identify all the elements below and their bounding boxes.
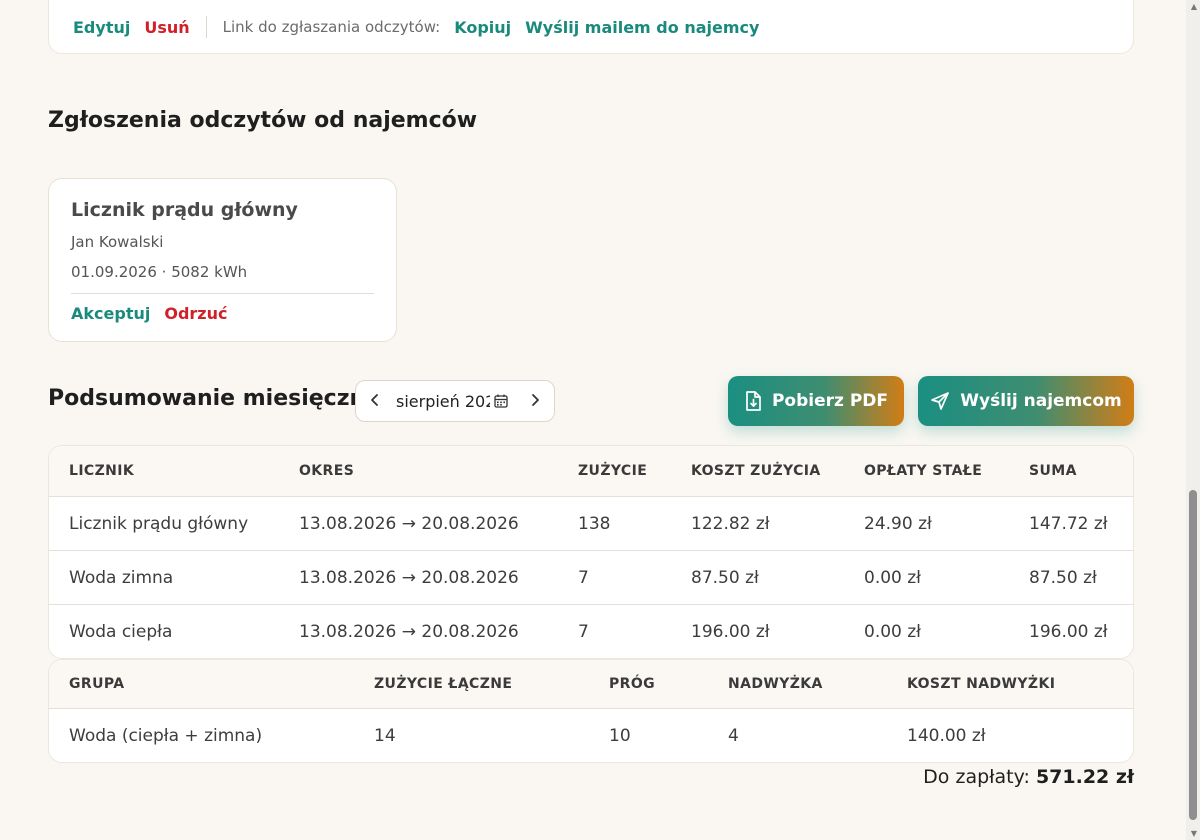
email-tenant-link[interactable]: Wyślij mailem do najemcy: [525, 18, 759, 37]
table-header-row: GRUPA ZUŻYCIE ŁĄCZNE PRÓG NADWYŻKA KOSZT…: [49, 660, 1133, 709]
download-pdf-button[interactable]: Pobierz PDF: [728, 376, 904, 426]
delete-link[interactable]: Usuń: [144, 18, 189, 37]
download-pdf-label: Pobierz PDF: [771, 391, 889, 411]
reading-value: 01.09.2026 · 5082 kWh: [71, 263, 248, 281]
file-download-icon: [746, 391, 761, 411]
table-row: Woda zimna 13.08.2026 → 20.08.2026 7 87.…: [49, 551, 1133, 605]
accept-reading-button[interactable]: Akceptuj: [71, 304, 150, 323]
send-to-tenants-label: Wyślij najemcom: [960, 391, 1122, 411]
calendar-icon[interactable]: [494, 394, 508, 408]
scrollbar-thumb[interactable]: [1189, 490, 1197, 820]
table-cell: 87.50 zł: [691, 567, 759, 588]
column-header: ZUŻYCIE ŁĄCZNE: [374, 676, 513, 692]
reading-card: Licznik prądu główny Jan Kowalski 01.09.…: [48, 178, 397, 342]
meter-actions-card: Edytuj Usuń Link do zgłaszania odczytów:…: [48, 0, 1134, 54]
table-cell: 196.00 zł: [691, 622, 770, 642]
column-header: SUMA: [1029, 463, 1077, 479]
month-picker[interactable]: sierpień 2026: [355, 380, 555, 422]
table-row: Woda ciepła 13.08.2026 → 20.08.2026 7 19…: [49, 605, 1133, 658]
scroll-down-icon[interactable]: ▼: [1191, 829, 1197, 838]
column-header: OPŁATY STAŁE: [864, 463, 983, 479]
table-cell: Woda zimna: [69, 567, 174, 588]
table-cell: 24.90 zł: [864, 513, 932, 534]
scrollbar[interactable]: ▲ ▼: [1186, 0, 1200, 840]
reading-link-label: Link do zgłaszania odczytów:: [222, 18, 441, 36]
column-header: ZUŻYCIE: [578, 463, 648, 479]
reject-reading-button[interactable]: Odrzuć: [164, 304, 227, 323]
summary-title: Podsumowanie miesięczne: [48, 386, 381, 411]
reading-meter-name: Licznik prądu główny: [71, 199, 298, 221]
column-header: GRUPA: [69, 676, 125, 692]
table-row: Woda (ciepła + zimna) 14 10 4 140.00 zł: [49, 709, 1133, 762]
column-header: KOSZT NADWYŻKI: [907, 676, 1056, 692]
table-header-row: LICZNIK OKRES ZUŻYCIE KOSZT ZUŻYCIA OPŁA…: [49, 446, 1133, 497]
table-cell: 196.00 zł: [1029, 622, 1108, 642]
readings-section-title: Zgłoszenia odczytów od najemców: [48, 108, 478, 133]
send-icon: [931, 392, 950, 410]
column-header: KOSZT ZUŻYCIA: [691, 463, 821, 479]
column-header: LICZNIK: [69, 463, 135, 479]
month-input[interactable]: sierpień 2026: [396, 392, 514, 411]
reading-tenant: Jan Kowalski: [71, 233, 164, 251]
column-header: PRÓG: [609, 676, 656, 692]
table-cell: 13.08.2026 → 20.08.2026: [299, 567, 519, 588]
table-cell: 7: [578, 567, 589, 588]
total-label: Do zapłaty:: [923, 766, 1030, 788]
send-to-tenants-button[interactable]: Wyślij najemcom: [918, 376, 1134, 426]
table-cell: 14: [374, 726, 396, 746]
edit-link[interactable]: Edytuj: [73, 18, 130, 37]
table-cell: Woda (ciepła + zimna): [69, 726, 263, 746]
table-cell: 4: [728, 726, 739, 746]
column-header: NADWYŻKA: [728, 676, 823, 692]
total-to-pay: Do zapłaty: 571.22 zł: [923, 766, 1134, 788]
table-cell: Woda ciepła: [69, 622, 173, 642]
table-cell: 138: [578, 513, 611, 534]
table-cell: 147.72 zł: [1029, 513, 1108, 534]
table-cell: 10: [609, 726, 631, 746]
table-cell: 0.00 zł: [864, 567, 922, 588]
meters-summary-table: LICZNIK OKRES ZUŻYCIE KOSZT ZUŻYCIA OPŁA…: [48, 445, 1134, 659]
scroll-up-icon[interactable]: ▲: [1191, 2, 1197, 11]
total-amount: 571.22 zł: [1035, 766, 1134, 788]
chevron-left-icon[interactable]: [368, 392, 382, 411]
divider: [205, 16, 207, 38]
divider: [71, 293, 374, 294]
table-cell: Licznik prądu główny: [69, 513, 249, 534]
chevron-right-icon[interactable]: [528, 392, 542, 411]
table-cell: 122.82 zł: [691, 513, 770, 534]
table-cell: 13.08.2026 → 20.08.2026: [299, 622, 519, 642]
table-cell: 140.00 zł: [907, 726, 986, 746]
table-cell: 0.00 zł: [864, 622, 922, 642]
month-value: sierpień 2026: [396, 391, 490, 411]
table-cell: 7: [578, 622, 589, 642]
groups-summary-table: GRUPA ZUŻYCIE ŁĄCZNE PRÓG NADWYŻKA KOSZT…: [48, 659, 1134, 763]
table-cell: 87.50 zł: [1029, 567, 1097, 588]
table-cell: 13.08.2026 → 20.08.2026: [299, 513, 519, 534]
table-row: Licznik prądu główny 13.08.2026 → 20.08.…: [49, 497, 1133, 551]
copy-link[interactable]: Kopiuj: [454, 18, 511, 37]
column-header: OKRES: [299, 463, 355, 479]
